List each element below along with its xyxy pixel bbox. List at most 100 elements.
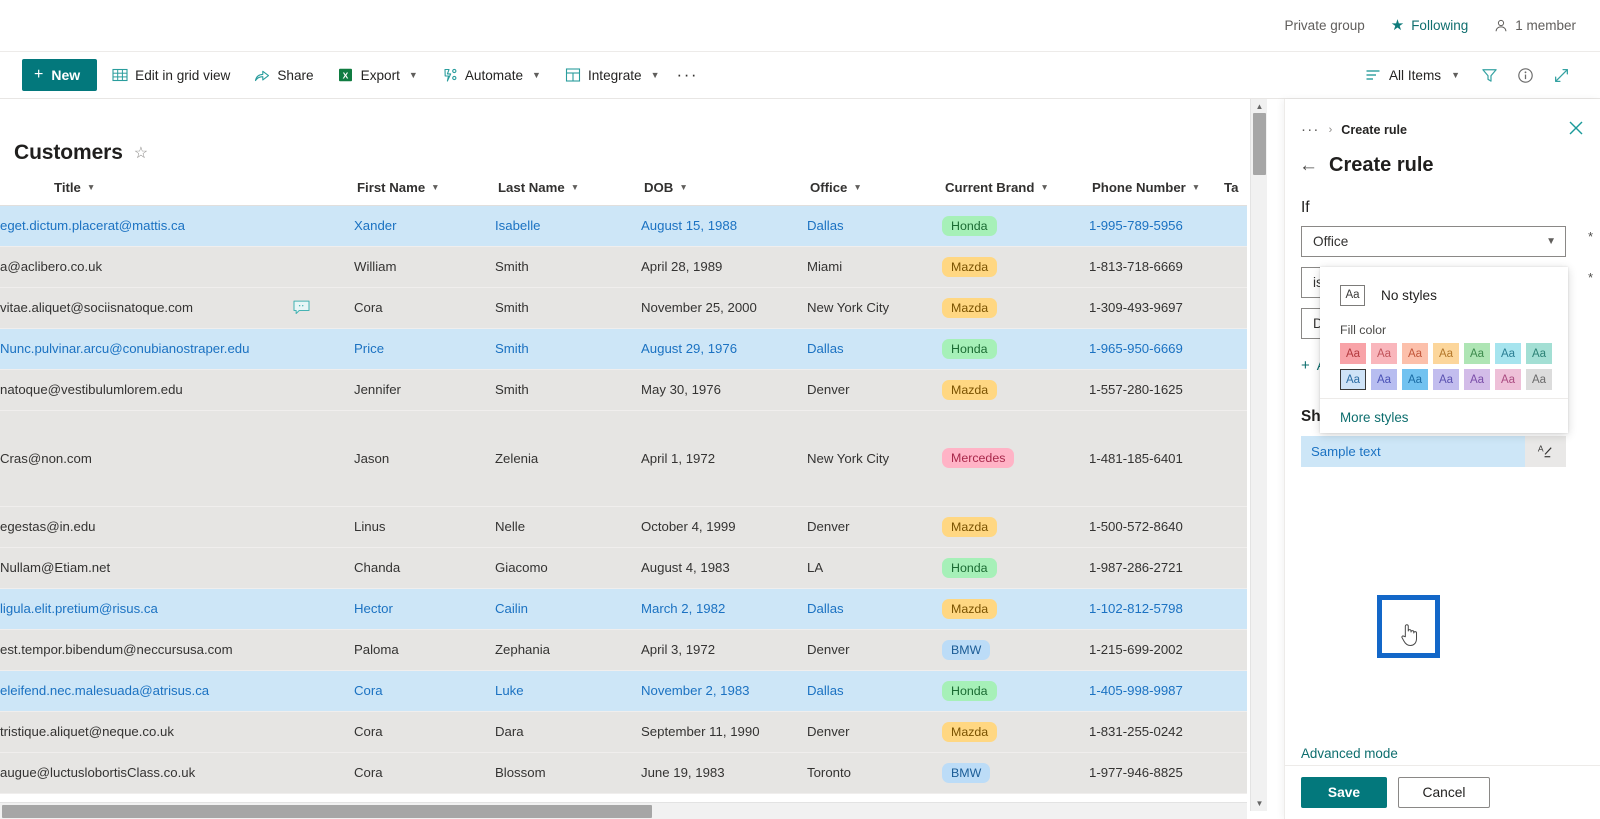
table-row[interactable]: Nunc.pulvinar.arcu@conubianostraper.edu P… <box>0 328 1247 370</box>
horizontal-scrollbar-thumb[interactable] <box>2 805 652 818</box>
cell-title[interactable]: Nunc.pulvinar.arcu@conubianostraper.edu <box>0 328 354 370</box>
style-swatch[interactable]: Aa <box>1433 369 1459 390</box>
members-button[interactable]: 1 member <box>1494 18 1576 33</box>
more-styles-link[interactable]: More styles <box>1320 398 1568 425</box>
filter-button[interactable] <box>1472 59 1506 91</box>
cell-title[interactable]: eleifend.nec.malesuada@atrisus.ca <box>0 670 354 712</box>
column-header-last-name[interactable]: Last Name ▼ <box>495 171 641 206</box>
style-swatch[interactable]: Aa <box>1495 369 1521 390</box>
cell-dob: October 4, 1999 <box>641 506 807 548</box>
column-header-phone-number-label: Phone Number <box>1092 179 1186 195</box>
style-swatch[interactable]: Aa <box>1340 343 1366 364</box>
style-swatch[interactable]: Aa <box>1526 343 1552 364</box>
integrate-button[interactable]: Integrate ▼ <box>556 59 669 91</box>
table-row[interactable]: augue@luctuslobortisClass.co.uk Cora Bloss… <box>0 752 1247 794</box>
table-row[interactable]: egestas@in.edu Linus Nelle October 4, 1999 D… <box>0 506 1247 548</box>
style-swatch[interactable]: Aa <box>1464 369 1490 390</box>
table-row[interactable]: Nullam@Etiam.net Chanda Giacomo August 4, 1… <box>0 547 1247 589</box>
sample-text-input[interactable]: Sample text <box>1301 436 1525 467</box>
following-button[interactable]: ★ Following <box>1391 18 1468 33</box>
style-swatch[interactable]: Aa <box>1340 369 1366 390</box>
cell-title[interactable]: natoque@vestibulumlorem.edu <box>0 369 354 411</box>
close-panel-button[interactable] <box>1566 118 1586 138</box>
cell-title-text: Nullam@Etiam.net <box>0 560 111 575</box>
privacy-label: Private group <box>1284 18 1365 33</box>
table-row[interactable]: Cras@non.com Jason Zelenia April 1, 1972 New… <box>0 410 1247 507</box>
table-row[interactable]: tristique.aliquet@neque.co.uk Cora Dara Sep… <box>0 711 1247 753</box>
cell-title[interactable]: est.tempor.bibendum@neccursusa.com <box>0 629 354 671</box>
panel-body: If Office ▼ * is equal to ▼ * Dallas ▼ <box>1285 177 1600 658</box>
new-button[interactable]: + New <box>22 59 98 91</box>
column-header-phone-number[interactable]: Phone Number ▼ <box>1089 171 1221 206</box>
condition-field-dropdown[interactable]: Office ▼ <box>1301 226 1566 257</box>
column-header-office[interactable]: Office ▼ <box>807 171 942 206</box>
vertical-scrollbar[interactable]: ▲ ▼ <box>1250 99 1267 811</box>
style-swatch[interactable]: Aa <box>1495 343 1521 364</box>
cell-title[interactable]: Nullam@Etiam.net <box>0 547 354 589</box>
scroll-down-arrow-icon[interactable]: ▼ <box>1251 796 1268 811</box>
style-swatch[interactable]: Aa <box>1402 343 1428 364</box>
table-row[interactable]: ligula.elit.pretium@risus.ca Hector Cailin… <box>0 588 1247 630</box>
column-header-ta[interactable]: Ta <box>1221 171 1247 206</box>
cell-phone-number: 1-995-789-5956 <box>1089 205 1221 247</box>
cell-title[interactable]: Cras@non.com <box>0 410 354 507</box>
cell-current-brand: Mazda <box>942 588 1089 630</box>
horizontal-scrollbar[interactable] <box>0 802 1247 819</box>
column-header-current-brand[interactable]: Current Brand ▼ <box>942 171 1089 206</box>
comment-icon[interactable] <box>293 300 310 315</box>
scroll-up-arrow-icon[interactable]: ▲ <box>1251 99 1268 114</box>
cell-title[interactable]: egestas@in.edu <box>0 506 354 548</box>
cell-title[interactable]: vitae.aliquet@sociisnatoque.com <box>0 287 354 329</box>
share-button[interactable]: Share <box>245 59 322 91</box>
column-header-title[interactable]: Title ▼ <box>0 171 354 206</box>
if-label: If <box>1301 199 1310 216</box>
expand-button[interactable] <box>1544 59 1578 91</box>
cell-first-name: Paloma <box>354 629 495 671</box>
view-selector[interactable]: All Items ▼ <box>1355 59 1470 91</box>
automate-button[interactable]: Automate ▼ <box>433 59 550 91</box>
cell-title[interactable]: a@aclibero.co.uk <box>0 246 354 288</box>
style-swatch[interactable]: Aa <box>1464 343 1490 364</box>
edit-in-grid-view-button[interactable]: Edit in grid view <box>103 59 239 91</box>
command-overflow-button[interactable]: ··· <box>669 65 706 85</box>
style-swatch[interactable]: Aa <box>1433 343 1459 364</box>
table-row[interactable]: eleifend.nec.malesuada@atrisus.ca Cora Luk… <box>0 670 1247 712</box>
cell-office: LA <box>807 547 942 589</box>
vertical-scrollbar-thumb[interactable] <box>1253 113 1266 175</box>
cell-title[interactable]: augue@luctuslobortisClass.co.uk <box>0 752 354 794</box>
back-arrow-icon[interactable]: ← <box>1299 156 1318 175</box>
table-row[interactable]: natoque@vestibulumlorem.edu Jennifer Smith… <box>0 369 1247 411</box>
cell-title[interactable]: tristique.aliquet@neque.co.uk <box>0 711 354 753</box>
format-style-button[interactable]: A <box>1525 436 1566 467</box>
table-row[interactable]: a@aclibero.co.uk William Smith April 28, 19… <box>0 246 1247 288</box>
style-swatch[interactable]: Aa <box>1526 369 1552 390</box>
style-swatch[interactable]: Aa <box>1371 343 1397 364</box>
column-header-first-name[interactable]: First Name ▼ <box>354 171 495 206</box>
cell-ta <box>1221 670 1247 712</box>
cancel-button[interactable]: Cancel <box>1398 777 1490 808</box>
save-button[interactable]: Save <box>1301 777 1387 808</box>
svg-text:X: X <box>342 70 348 80</box>
brand-pill: Mazda <box>942 379 998 400</box>
cell-current-brand: Mazda <box>942 711 1089 753</box>
favorite-star-icon[interactable]: ☆ <box>134 143 148 163</box>
breadcrumb-overflow[interactable]: ··· <box>1301 121 1320 138</box>
no-styles-option[interactable]: Aa No styles <box>1320 280 1568 310</box>
cell-title[interactable]: ligula.elit.pretium@risus.ca <box>0 588 354 630</box>
export-button[interactable]: X Export ▼ <box>329 59 427 91</box>
table-row[interactable]: vitae.aliquet@sociisnatoque.com Cora Smith… <box>0 287 1247 329</box>
details-button[interactable] <box>1508 59 1542 91</box>
breadcrumb-current[interactable]: Create rule <box>1341 123 1407 137</box>
table-row[interactable]: est.tempor.bibendum@neccursusa.com Paloma… <box>0 629 1247 671</box>
brand-pill: Mazda <box>942 598 998 619</box>
advanced-mode-link[interactable]: Advanced mode <box>1301 746 1398 761</box>
integrate-label: Integrate <box>587 67 642 83</box>
style-swatch[interactable]: Aa <box>1402 369 1428 390</box>
style-swatch[interactable]: Aa <box>1371 369 1397 390</box>
cell-phone-number: 1-965-950-6669 <box>1089 328 1221 370</box>
cell-phone-number: 1-987-286-2721 <box>1089 547 1221 589</box>
cell-title[interactable]: eget.dictum.placerat@mattis.ca <box>0 205 354 247</box>
column-header-dob[interactable]: DOB ▼ <box>641 171 807 206</box>
cell-first-name: Price <box>354 328 495 370</box>
table-row[interactable]: eget.dictum.placerat@mattis.ca Xander Isab… <box>0 205 1247 247</box>
